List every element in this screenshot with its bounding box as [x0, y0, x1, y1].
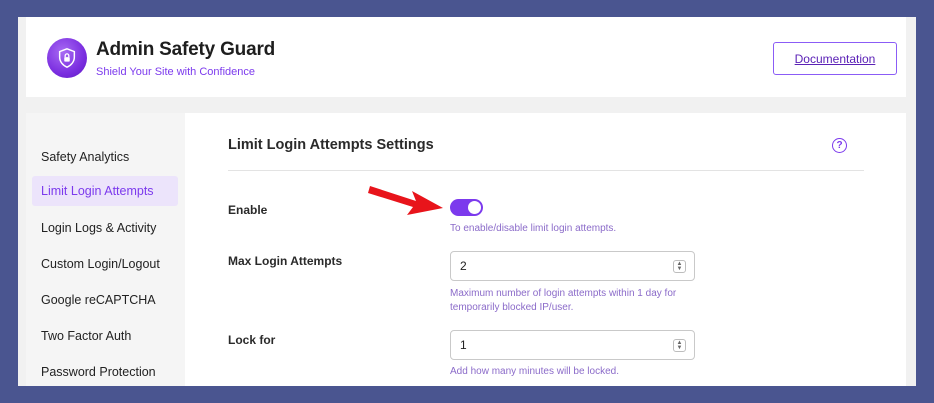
max-attempts-label: Max Login Attempts	[228, 254, 343, 268]
shield-lock-icon	[47, 38, 87, 78]
shield-lock-glyph	[58, 48, 76, 68]
sidebar-item-login-logs[interactable]: Login Logs & Activity	[32, 213, 178, 243]
chevron-up-down-icon[interactable]: ▲ ▼	[673, 260, 686, 273]
sidebar-item-two-factor[interactable]: Two Factor Auth	[32, 321, 178, 351]
sidebar-item-password-protection[interactable]: Password Protection	[32, 357, 178, 386]
app-window: Admin Safety Guard Shield Your Site with…	[18, 17, 916, 386]
chevron-up-down-icon[interactable]: ▲ ▼	[673, 339, 686, 352]
sidebar-item-custom-login[interactable]: Custom Login/Logout	[32, 249, 178, 279]
settings-panel: Limit Login Attempts Settings ? Enable T…	[185, 113, 906, 386]
app-title: Admin Safety Guard	[96, 39, 276, 60]
max-attempts-value: 2	[460, 259, 467, 273]
lock-for-value: 1	[460, 338, 467, 352]
enable-label: Enable	[228, 203, 268, 217]
red-arrow-icon	[368, 186, 443, 215]
documentation-button[interactable]: Documentation	[773, 42, 897, 75]
sidebar-item-safety-analytics[interactable]: Safety Analytics	[32, 142, 178, 172]
app-header: Admin Safety Guard Shield Your Site with…	[26, 17, 906, 97]
lock-for-hint: Add how many minutes will be locked.	[450, 366, 619, 377]
max-attempts-hint-line1: Maximum number of login attempts within …	[450, 288, 677, 299]
sidebar: Safety Analytics Limit Login Attempts Lo…	[26, 113, 185, 386]
sidebar-item-limit-login-attempts[interactable]: Limit Login Attempts	[32, 176, 178, 206]
max-attempts-hint-line2: temporarily blocked IP/user.	[450, 302, 574, 313]
enable-hint: To enable/disable limit login attempts.	[450, 223, 617, 234]
enable-toggle[interactable]	[450, 199, 483, 216]
toggle-knob	[468, 201, 481, 214]
lock-for-input[interactable]: 1 ▲ ▼	[450, 330, 695, 360]
question-circle-icon[interactable]: ?	[832, 138, 847, 153]
sidebar-item-recaptcha[interactable]: Google reCAPTCHA	[32, 285, 178, 315]
app-subtitle: Shield Your Site with Confidence	[96, 66, 255, 78]
lock-for-label: Lock for	[228, 333, 276, 347]
divider	[228, 170, 864, 171]
max-attempts-input[interactable]: 2 ▲ ▼	[450, 251, 695, 281]
page-title: Limit Login Attempts Settings	[228, 137, 434, 153]
